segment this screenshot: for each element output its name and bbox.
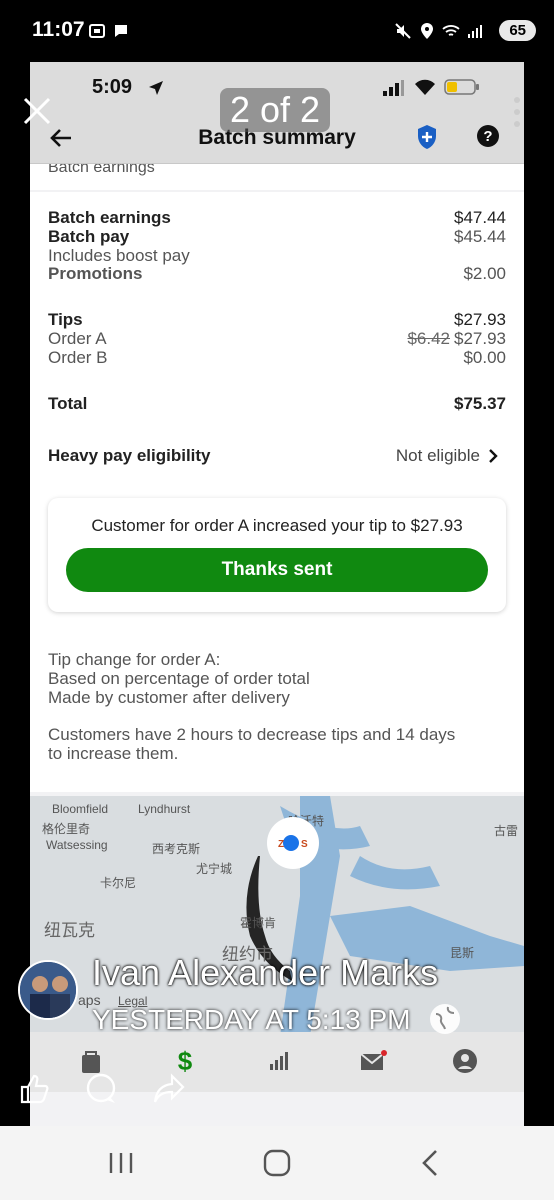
batch-earnings-row: Batch earnings $47.44 <box>48 208 506 228</box>
batch-pay-label: Batch pay <box>48 227 130 246</box>
home-icon[interactable] <box>262 1148 292 1178</box>
share-icon[interactable] <box>152 1072 186 1106</box>
thanks-sent-button[interactable]: Thanks sent <box>66 548 488 592</box>
tip-policy-line2: to increase them. <box>48 744 179 763</box>
tips-label: Tips <box>48 310 83 329</box>
promotions-value: $2.00 <box>463 264 506 283</box>
tip-increase-notice: Customer for order A increased your tip … <box>48 498 506 612</box>
location-icon <box>421 23 433 39</box>
wifi-icon <box>442 25 460 36</box>
map-label: 霍博肯 <box>240 916 277 930</box>
tip-policy-line1: Customers have 2 hours to decrease tips … <box>48 725 456 744</box>
post-actions <box>0 1072 554 1112</box>
map-label: Lyndhurst <box>138 802 191 816</box>
inner-wifi-icon <box>415 79 435 95</box>
tip-change-info: Tip change for order A: Based on percent… <box>48 650 506 763</box>
location-pin-icon: Z S <box>267 817 319 869</box>
map-label: 尤宁城 <box>196 862 233 876</box>
batch-pay-row: Batch pay $45.44 <box>48 227 506 247</box>
photo-page-counter: 2 of 2 <box>220 88 330 132</box>
earnings-card: Batch earnings $47.44 Batch pay $45.44 I… <box>30 192 524 792</box>
system-nav-bar <box>0 1126 554 1200</box>
chevron-right-icon <box>489 449 498 463</box>
battery-indicator: 65 <box>499 20 536 41</box>
total-row: Total $75.37 <box>48 394 506 414</box>
batch-pay-value: $45.44 <box>454 227 506 246</box>
order-a-old-tip: $6.42 <box>407 329 450 348</box>
system-status-bar: 11:07 65 <box>0 0 554 62</box>
map-label: 古雷 <box>494 824 519 838</box>
order-b-row: Order B $0.00 <box>48 348 506 368</box>
post-author: Ivan Alexander Marks YESTERDAY AT 5:13 P… <box>18 952 518 1040</box>
comment-icon[interactable] <box>84 1072 118 1106</box>
promotions-row: Promotions $2.00 <box>48 264 506 284</box>
signal-icon <box>468 25 482 38</box>
heavy-pay-status: Not eligible <box>395 446 480 465</box>
more-options-icon[interactable] <box>510 96 524 128</box>
total-label: Total <box>48 394 88 413</box>
promotions-label: Promotions <box>48 264 143 283</box>
order-a-label: Order A <box>48 329 107 348</box>
close-icon[interactable] <box>22 96 52 126</box>
order-a-row: Order A $6.42 $27.93 <box>48 329 506 349</box>
avatar[interactable] <box>18 960 78 1020</box>
tips-row: Tips $27.93 <box>48 310 506 330</box>
total-value: $75.37 <box>454 394 506 413</box>
tip-change-source: Made by customer after delivery <box>48 688 290 707</box>
help-icon[interactable]: ? <box>476 124 500 148</box>
avatar-photo <box>20 962 76 1018</box>
post-timestamp: YESTERDAY AT 5:13 PM <box>92 1004 411 1035</box>
map-label: 卡尔尼 <box>100 876 137 890</box>
heavy-pay-label: Heavy pay eligibility <box>48 446 211 465</box>
inner-signal-icon <box>383 80 404 96</box>
map-label: 昆斯 <box>450 946 475 960</box>
globe-icon <box>430 1004 460 1034</box>
svg-text:Z: Z <box>278 839 284 850</box>
tip-change-heading: Tip change for order A: <box>48 650 221 669</box>
mute-icon <box>395 23 411 39</box>
screen: 11:07 65 5:09 Batch summary ? Batch earn… <box>0 0 554 1200</box>
inner-clock: 5:09 <box>92 76 133 98</box>
like-icon[interactable] <box>18 1072 52 1106</box>
tip-increase-message: Customer for order A increased your tip … <box>91 516 463 535</box>
svg-text:?: ? <box>483 128 492 145</box>
order-a-tip: $27.93 <box>454 329 506 348</box>
boost-note-text: Includes boost pay <box>48 246 190 265</box>
order-b-label: Order B <box>48 348 108 367</box>
inner-battery-icon <box>444 79 479 95</box>
map-label: 纽瓦克 <box>44 921 95 940</box>
tips-value: $27.93 <box>454 310 506 329</box>
batch-earnings-label: Batch earnings <box>48 208 171 227</box>
shield-icon[interactable] <box>416 124 438 150</box>
back-icon[interactable] <box>416 1148 446 1178</box>
batch-earnings-value: $47.44 <box>454 208 506 227</box>
clock: 11:07 <box>32 18 85 41</box>
screenshot-icon <box>89 24 105 38</box>
map-label: Bloomfield <box>52 802 109 816</box>
heavy-pay-row[interactable]: Heavy pay eligibility Not eligible <box>48 446 506 470</box>
map-label: 西考克斯 <box>152 842 201 856</box>
boost-note: Includes boost pay <box>48 246 506 266</box>
section-heading-peek: Batch earnings <box>30 164 524 190</box>
author-name[interactable]: Ivan Alexander Marks <box>92 952 438 994</box>
chat-bubble-icon <box>115 25 127 37</box>
recent-apps-icon[interactable] <box>106 1148 136 1178</box>
map-label: 格伦里奇 <box>42 822 91 836</box>
tip-change-basis: Based on percentage of order total <box>48 669 310 688</box>
svg-text:S: S <box>301 839 308 850</box>
order-b-tip: $0.00 <box>463 348 506 367</box>
location-arrow-icon <box>149 81 163 95</box>
map-label: Watsessing <box>46 838 108 852</box>
